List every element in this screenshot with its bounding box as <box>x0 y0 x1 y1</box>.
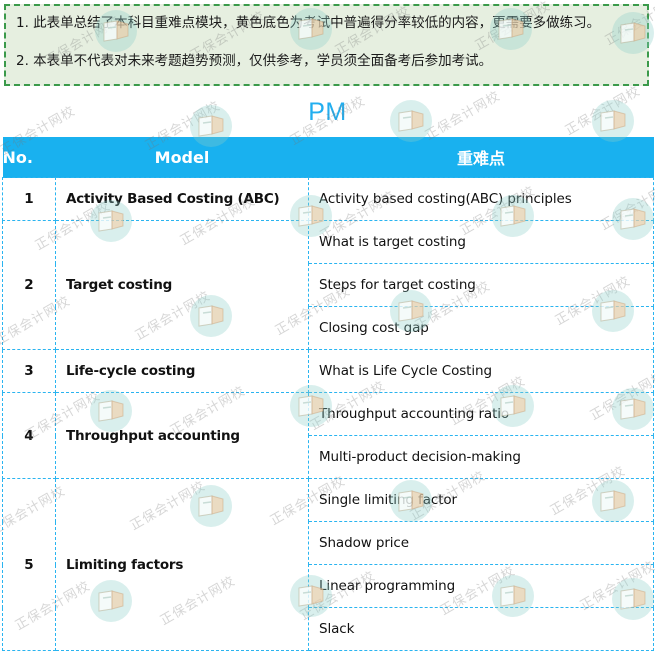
table-row: 1 Activity Based Costing (ABC) Activity ba… <box>2 177 654 221</box>
cell-topic: What is target costing <box>308 220 654 264</box>
table-row: 4 Throughput accounting Throughput account… <box>2 392 654 479</box>
cell-model-name: Target costing <box>55 220 309 350</box>
table-row: 5 Limiting factors Single limiting factor <box>2 478 654 651</box>
cell-topic: Linear programming <box>308 564 654 608</box>
page-title: PM <box>308 98 347 126</box>
cell-topic-highlighted: Multi-product decision-making <box>308 435 654 479</box>
cell-model-name: Activity Based Costing (ABC) <box>55 177 309 221</box>
column-header-model: Model <box>55 137 309 178</box>
cell-row-number: 5 <box>2 478 56 651</box>
table-row: 3 Life-cycle costing What is Life Cycle Co… <box>2 349 654 393</box>
column-header-topic: 重难点 <box>308 137 654 178</box>
cell-row-number: 2 <box>2 220 56 350</box>
cell-topic: Single limiting factor <box>308 478 654 522</box>
cell-topic-highlighted: Steps for target costing <box>308 263 654 307</box>
cell-topic: Shadow price <box>308 521 654 565</box>
column-header-no: No. <box>2 137 56 178</box>
table-row: 2 Target costing What is target costing <box>2 220 654 350</box>
table-body: 1 Activity Based Costing (ABC) Activity ba… <box>2 177 654 651</box>
notice-line-1: 1. 此表单总结了本科目重难点模块，黄色底色为考试中普遍得分率较低的内容，更需要… <box>16 15 601 31</box>
topic-table: No. Model 重难点 1 Activity Based Costing (A… <box>2 137 654 651</box>
cell-model-name: Throughput accounting <box>55 392 309 479</box>
cell-row-number: 1 <box>2 177 56 221</box>
cell-topic: Activity based costing(ABC) principles <box>308 177 654 221</box>
cell-topic-highlighted: Throughput accounting ratio <box>308 392 654 436</box>
cell-model-name: Life-cycle costing <box>55 349 309 393</box>
cell-model-name: Limiting factors <box>55 478 309 651</box>
table-header-row: No. Model 重难点 <box>2 137 654 178</box>
title-bar: PM <box>0 98 655 127</box>
cell-row-number: 4 <box>2 392 56 479</box>
cell-topic: What is Life Cycle Costing <box>308 349 654 393</box>
cell-topic-highlighted: Closing cost gap <box>308 306 654 350</box>
notice-box: 1. 此表单总结了本科目重难点模块，黄色底色为考试中普遍得分率较低的内容，更需要… <box>4 4 649 86</box>
notice-line-2: 2. 本表单不代表对未来考题趋势预测，仅供参考，学员须全面备考后参加考试。 <box>16 52 493 69</box>
cell-row-number: 3 <box>2 349 56 393</box>
cell-topic: Slack <box>308 607 654 651</box>
